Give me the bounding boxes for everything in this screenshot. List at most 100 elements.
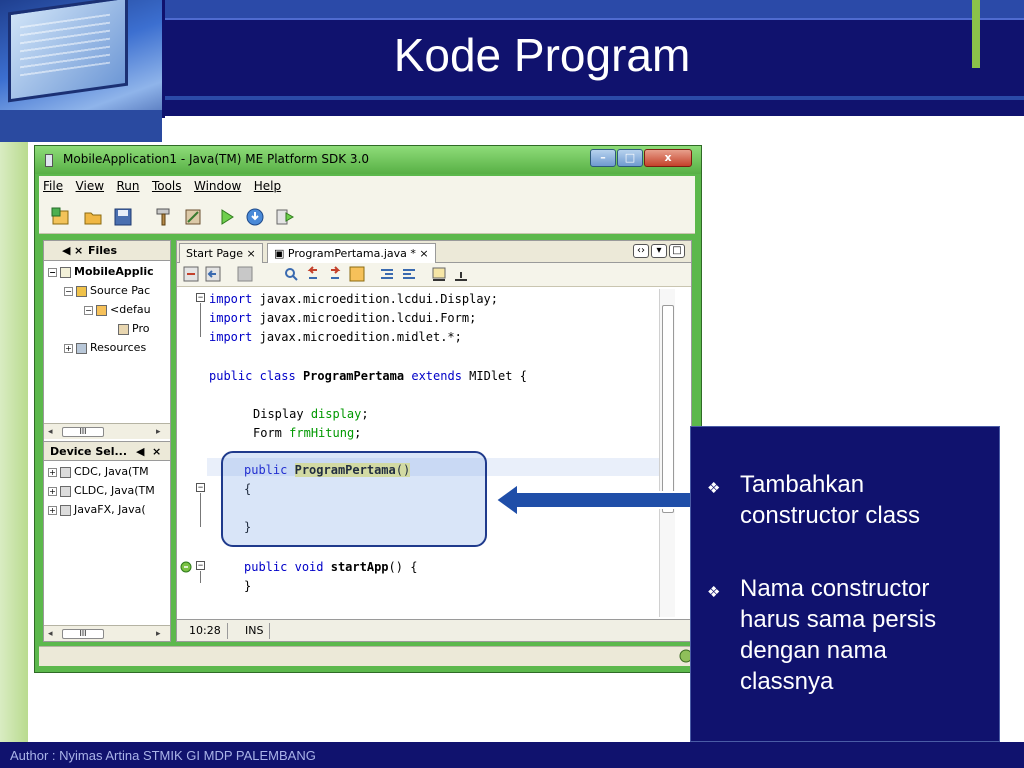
code-keyword: public	[244, 560, 288, 574]
diamond-bullet-icon: ❖	[707, 480, 721, 497]
projects-panel: ◀ × Files − MobileApplic − Source Pac − <de…	[43, 240, 171, 642]
collapse-icon[interactable]: −	[48, 267, 57, 277]
panel-nav-icon[interactable]: ◀	[136, 445, 144, 458]
code-line-display: Display display;	[253, 407, 369, 421]
clean-build-icon[interactable]	[183, 207, 203, 227]
find-previous-icon[interactable]	[305, 266, 321, 282]
device-cldc-label: CLDC, Java(TM	[74, 484, 155, 497]
code-text: () {	[388, 560, 418, 574]
menu-help[interactable]: Help	[250, 176, 285, 193]
scroll-thumb[interactable]: III	[62, 427, 104, 437]
code-text: javax.microedition.lcdui.Form;	[259, 311, 477, 325]
fold-toggle-icon[interactable]: −	[196, 561, 205, 570]
save-icon[interactable]	[113, 207, 133, 227]
scroll-thumb[interactable]: III	[62, 629, 104, 639]
tab-device-selector[interactable]: Device Sel...	[50, 445, 127, 458]
projects-hscroll[interactable]: ◂ III ▸	[44, 423, 170, 439]
stop-macro-icon[interactable]	[453, 266, 469, 282]
fold-toggle-icon[interactable]: −	[196, 293, 205, 302]
find-next-icon[interactable]	[327, 266, 343, 282]
code-text: javax.microedition.lcdui.Display;	[259, 292, 499, 306]
profile-icon[interactable]	[275, 207, 295, 227]
maximize-icon: □	[624, 151, 636, 164]
forward-icon[interactable]	[237, 266, 253, 282]
tree-project[interactable]: − MobileApplic	[48, 265, 168, 278]
shift-left-icon[interactable]	[379, 266, 395, 282]
menu-run[interactable]: Run	[112, 176, 143, 193]
hammer-icon[interactable]	[153, 207, 173, 227]
callout-arrow-icon	[494, 482, 693, 518]
main-toolbar	[39, 198, 695, 234]
start-macro-icon[interactable]	[431, 266, 447, 282]
tab-programpertama[interactable]: ▣ ProgramPertama.java * ×	[267, 243, 436, 263]
menu-tools[interactable]: Tools	[148, 176, 186, 193]
tab-files[interactable]: Files	[88, 244, 117, 257]
code-class-name: ProgramPertama	[302, 369, 405, 383]
tabs-menu-icon[interactable]: ▾	[651, 244, 667, 258]
header-photo	[0, 0, 162, 142]
tab-close-icon[interactable]: ×	[247, 247, 256, 260]
insert-mode: INS	[239, 623, 271, 639]
find-icon[interactable]	[283, 266, 299, 282]
expand-icon[interactable]: +	[64, 343, 73, 353]
menu-file[interactable]: File	[39, 176, 67, 193]
open-project-icon[interactable]	[83, 207, 103, 227]
tree-resources[interactable]: + Resources	[64, 341, 184, 354]
project-icon	[60, 266, 71, 278]
window-titlebar[interactable]: MobileApplication1 - Java(TM) ME Platfor…	[35, 146, 701, 174]
slide-title: Kode Program	[393, 29, 691, 81]
cursor-position: 10:28	[183, 623, 228, 639]
debug-icon[interactable]	[245, 207, 265, 227]
last-edit-icon[interactable]	[183, 266, 199, 282]
expand-icon[interactable]: +	[48, 467, 57, 477]
device-cdc[interactable]: + CDC, Java(TM	[48, 465, 168, 478]
scroll-left-icon[interactable]: ◂	[48, 426, 53, 437]
maximize-button[interactable]: □	[617, 149, 643, 167]
java-file-icon	[118, 323, 129, 335]
panel-nav-icon[interactable]: ◀	[62, 244, 70, 257]
info-panel: ❖ Tambahkan constructor class ❖ Nama con…	[690, 426, 1000, 742]
minimize-button[interactable]: –	[590, 149, 616, 167]
panel-close-icon[interactable]: ×	[74, 244, 83, 257]
scroll-left-icon[interactable]: ◂	[48, 628, 53, 639]
fold-toggle-icon[interactable]: −	[196, 483, 205, 492]
override-marker-icon[interactable]	[180, 561, 192, 573]
fold-guide	[200, 571, 201, 583]
tab-start-page[interactable]: Start Page ×	[179, 243, 263, 263]
tree-source-packages[interactable]: − Source Pac	[64, 284, 184, 297]
toggle-highlight-icon[interactable]	[349, 266, 365, 282]
scroll-right-icon[interactable]: ▸	[156, 426, 161, 437]
close-button[interactable]: x	[644, 149, 692, 167]
tab-close-icon[interactable]: ×	[419, 247, 428, 260]
expand-icon[interactable]: +	[48, 486, 57, 496]
code-keyword: extends	[411, 369, 462, 383]
code-line-import3: import javax.microedition.midlet.*;	[209, 330, 462, 344]
diamond-bullet-icon: ❖	[707, 584, 721, 601]
maximize-editor-icon[interactable]: □	[669, 244, 685, 258]
back-icon[interactable]	[205, 266, 221, 282]
device-icon	[60, 466, 71, 478]
device-hscroll[interactable]: ◂ III ▸	[44, 625, 170, 641]
device-javafx[interactable]: + JavaFX, Java(	[48, 503, 168, 516]
editor-vscroll[interactable]	[659, 289, 675, 617]
device-cldc[interactable]: + CLDC, Java(TM	[48, 484, 168, 497]
device-icon	[60, 504, 71, 516]
menu-window[interactable]: Window	[190, 176, 245, 193]
device-panel-tabs: Device Sel... ◀ ×	[44, 441, 170, 461]
collapse-icon[interactable]: −	[84, 305, 93, 315]
expand-icon[interactable]: +	[48, 505, 57, 515]
shift-right-icon[interactable]	[401, 266, 417, 282]
window-title: MobileApplication1 - Java(TM) ME Platfor…	[63, 152, 370, 166]
code-editor: Start Page × ▣ ProgramPertama.java * × ‹…	[176, 240, 692, 642]
code-type: Form	[253, 426, 282, 440]
tree-project-label: MobileApplic	[74, 265, 154, 278]
menu-view[interactable]: View	[72, 176, 108, 193]
code-type: Display	[253, 407, 304, 421]
run-icon[interactable]	[217, 207, 237, 227]
bullet-2-text: Nama constructor harus sama persis denga…	[740, 575, 937, 695]
panel-close-icon[interactable]: ×	[152, 445, 161, 458]
tabs-scroll-icon[interactable]: ‹›	[633, 244, 649, 258]
collapse-icon[interactable]: −	[64, 286, 73, 296]
new-project-icon[interactable]	[51, 207, 71, 227]
scroll-right-icon[interactable]: ▸	[156, 628, 161, 639]
